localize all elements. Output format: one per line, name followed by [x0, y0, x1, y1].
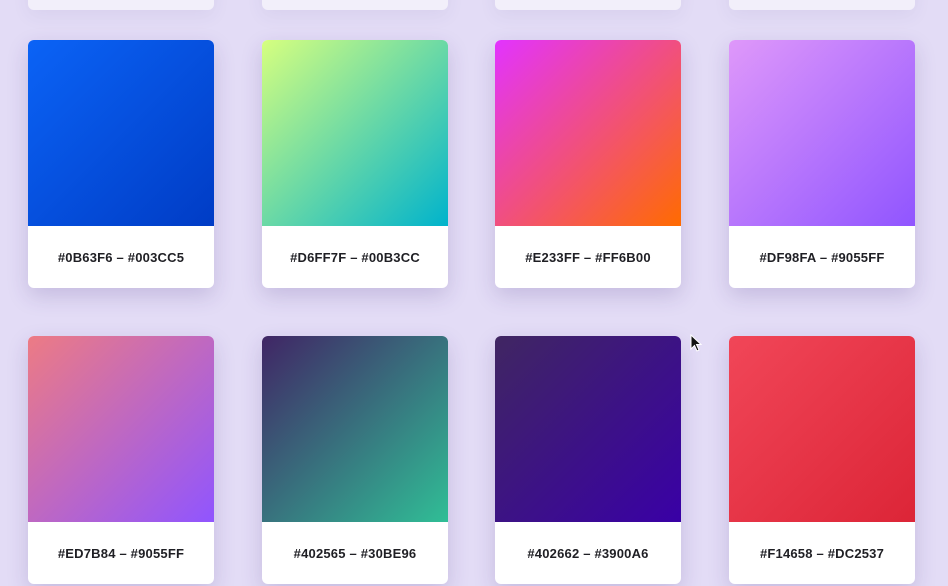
gradient-swatch[interactable] [262, 40, 448, 226]
gradient-label: #402662 – #3900A6 [527, 545, 649, 561]
partial-card-top [729, 0, 915, 10]
gradient-card[interactable]: #DF98FA – #9055FF [729, 40, 915, 288]
mouse-pointer-icon [690, 334, 702, 352]
gradient-card[interactable]: #F14658 – #DC2537 [729, 336, 915, 584]
gradient-swatch[interactable] [495, 336, 681, 522]
gradient-swatch[interactable] [262, 336, 448, 522]
gradient-swatch[interactable] [28, 336, 214, 522]
partial-card-top [28, 0, 214, 10]
gradient-label: #ED7B84 – #9055FF [57, 545, 185, 561]
gradient-label: #DF98FA – #9055FF [759, 249, 885, 265]
gradient-card[interactable]: #E233FF – #FF6B00 [495, 40, 681, 288]
gradient-card[interactable]: #ED7B84 – #9055FF [28, 336, 214, 584]
gradient-swatch[interactable] [729, 40, 915, 226]
gradient-card[interactable]: #0B63F6 – #003CC5 [28, 40, 214, 288]
gradient-card[interactable]: #D6FF7F – #00B3CC [262, 40, 448, 288]
gradient-swatch[interactable] [495, 40, 681, 226]
partial-card-top [262, 0, 448, 10]
partial-card-top [495, 0, 681, 10]
gradient-card[interactable]: #402565 – #30BE96 [262, 336, 448, 584]
gradient-label: #402565 – #30BE96 [293, 545, 417, 561]
gradient-swatch[interactable] [28, 40, 214, 226]
gradient-label: #F14658 – #DC2537 [759, 545, 885, 561]
gradient-swatch[interactable] [729, 336, 915, 522]
gradient-card[interactable]: #402662 – #3900A6 [495, 336, 681, 584]
gradient-label: #D6FF7F – #00B3CC [290, 249, 420, 265]
gradient-label: #E233FF – #FF6B00 [525, 249, 651, 265]
gradient-label: #0B63F6 – #003CC5 [57, 249, 185, 265]
